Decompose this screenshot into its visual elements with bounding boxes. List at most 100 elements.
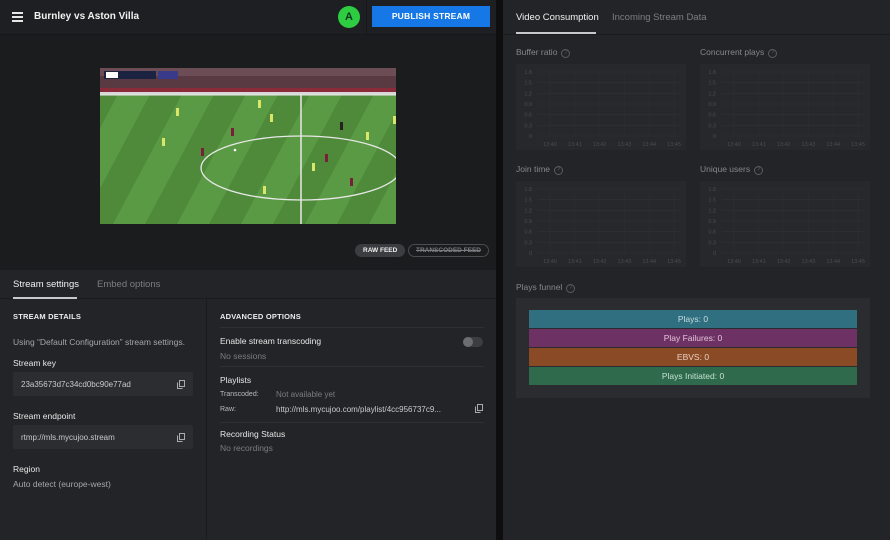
x-tick-label: 13:44 <box>826 142 840 148</box>
y-tick-label: 1.2 <box>708 91 716 97</box>
divider <box>220 327 484 328</box>
x-tick-label: 13:41 <box>568 259 582 265</box>
line-chart: 1.8 1.5 1.2 0.9 0.6 0.3 0 13:40 13:41 13:42 13:43 1… <box>516 181 686 267</box>
stream-key-value: 23a35673d7c34cd0bc90e77ad <box>21 380 131 389</box>
x-tick-label: 13:45 <box>667 142 681 148</box>
chart-title: Concurrent plays? <box>700 47 778 58</box>
y-tick-label: 1.5 <box>708 81 716 87</box>
divider <box>220 366 484 367</box>
x-tick-label: 13:42 <box>777 259 791 265</box>
divider <box>366 0 367 35</box>
tab-incoming-stream-data[interactable]: Incoming Stream Data <box>612 12 707 23</box>
publish-stream-button[interactable]: PUBLISH STREAM <box>372 6 490 27</box>
tab-stream-settings[interactable]: Stream settings <box>13 279 79 290</box>
y-tick-label: 0.3 <box>708 123 716 129</box>
tab-video-consumption[interactable]: Video Consumption <box>516 12 599 23</box>
transcoded-value: Not available yet <box>276 390 336 399</box>
x-tick-label: 13:44 <box>642 259 656 265</box>
y-tick-label: 0 <box>713 134 716 140</box>
help-icon[interactable]: ? <box>768 49 778 58</box>
copy-icon[interactable] <box>177 433 185 442</box>
transcoding-toggle[interactable] <box>463 337 483 347</box>
funnel-bar-plays: Plays: 0 <box>529 310 857 328</box>
x-tick-label: 13:45 <box>667 259 681 265</box>
y-tick-label: 0.3 <box>524 240 532 246</box>
raw-feed-toggle[interactable]: RAW FEED <box>355 244 406 257</box>
chart-title: Buffer ratio? <box>516 47 571 58</box>
y-tick-label: 1.8 <box>524 70 532 76</box>
x-tick-label: 13:40 <box>543 259 557 265</box>
y-tick-label: 0.6 <box>524 113 532 119</box>
y-tick-label: 0.9 <box>524 102 532 108</box>
y-tick-label: 1.5 <box>524 81 532 87</box>
chart-title-text: Buffer ratio <box>516 47 558 57</box>
region-label: Region <box>13 464 40 474</box>
menu-icon[interactable] <box>12 12 23 22</box>
y-tick-label: 1.5 <box>524 198 532 204</box>
x-tick-label: 13:40 <box>543 142 557 148</box>
y-tick-label: 0.6 <box>708 113 716 119</box>
help-icon[interactable]: ? <box>754 166 764 175</box>
x-tick-label: 13:43 <box>618 259 632 265</box>
help-icon[interactable]: ? <box>554 166 564 175</box>
avatar[interactable]: A <box>338 6 360 28</box>
tab-embed-options[interactable]: Embed options <box>97 279 160 290</box>
y-tick-label: 1.2 <box>708 208 716 214</box>
chart-title: Unique users? <box>700 164 764 175</box>
y-tick-label: 0.9 <box>708 219 716 225</box>
stream-endpoint-label: Stream endpoint <box>13 411 76 421</box>
playlists-label: Playlists <box>220 375 252 385</box>
chart-title: Join time? <box>516 164 564 175</box>
active-tab-indicator <box>13 297 77 299</box>
funnel-bar-play-failures: Play Failures: 0 <box>529 329 857 347</box>
x-tick-label: 13:44 <box>826 259 840 265</box>
y-tick-label: 0 <box>713 251 716 257</box>
advanced-options-title: ADVANCED OPTIONS <box>220 312 301 321</box>
y-tick-label: 1.2 <box>524 208 532 214</box>
line-chart: 1.8 1.5 1.2 0.9 0.6 0.3 0 13:40 13:41 13:42 13:43 1… <box>700 181 870 267</box>
help-icon[interactable]: ? <box>566 284 576 293</box>
x-tick-label: 13:40 <box>727 142 741 148</box>
y-tick-label: 0.3 <box>524 123 532 129</box>
x-tick-label: 13:45 <box>851 259 865 265</box>
funnel-bar-plays-initiated: Plays Initiated: 0 <box>529 367 857 385</box>
active-tab-indicator <box>516 32 596 34</box>
plays-funnel-label: Plays funnel <box>516 282 563 292</box>
x-tick-label: 13:43 <box>802 259 816 265</box>
copy-icon[interactable] <box>177 380 185 389</box>
x-tick-label: 13:45 <box>851 142 865 148</box>
recording-status-value: No recordings <box>220 443 273 453</box>
stream-endpoint-value: rtmp://mls.mycujoo.stream <box>21 433 115 442</box>
chart-title-text: Concurrent plays <box>700 47 765 57</box>
x-tick-label: 13:41 <box>752 142 766 148</box>
raw-playlist-url[interactable]: http://mls.mycujoo.com/playlist/4cc95673… <box>276 405 441 414</box>
chart-title-text: Join time <box>516 164 551 174</box>
x-tick-label: 13:40 <box>727 259 741 265</box>
funnel-bar-ebvs: EBVS: 0 <box>529 348 857 366</box>
x-tick-label: 13:42 <box>593 142 607 148</box>
video-player[interactable] <box>100 68 396 224</box>
x-tick-label: 13:41 <box>568 142 582 148</box>
page-title: Burnley vs Aston Villa <box>34 11 140 22</box>
recording-status-label: Recording Status <box>220 429 286 439</box>
y-tick-label: 1.8 <box>708 70 716 76</box>
stream-details-title: STREAM DETAILS <box>13 312 82 321</box>
y-tick-label: 0 <box>529 251 532 257</box>
y-tick-label: 1.8 <box>524 187 532 193</box>
x-tick-label: 13:41 <box>752 259 766 265</box>
panel-divider[interactable] <box>496 0 503 540</box>
transcoded-feed-toggle[interactable]: TRANSCODED FEED <box>408 244 490 257</box>
config-note: Using “Default Configuration” stream set… <box>13 337 185 347</box>
divider <box>220 422 484 423</box>
y-tick-label: 0.6 <box>524 230 532 236</box>
transcoded-label: Transcoded: <box>220 391 259 398</box>
chart-title-text: Unique users <box>700 164 751 174</box>
sessions-text: No sessions <box>220 351 267 361</box>
y-tick-label: 0 <box>529 134 532 140</box>
copy-icon[interactable] <box>475 404 483 413</box>
raw-label: Raw: <box>220 406 236 413</box>
help-icon[interactable]: ? <box>561 49 571 58</box>
x-tick-label: 13:43 <box>802 142 816 148</box>
x-tick-label: 13:44 <box>642 142 656 148</box>
y-tick-label: 1.8 <box>708 187 716 193</box>
